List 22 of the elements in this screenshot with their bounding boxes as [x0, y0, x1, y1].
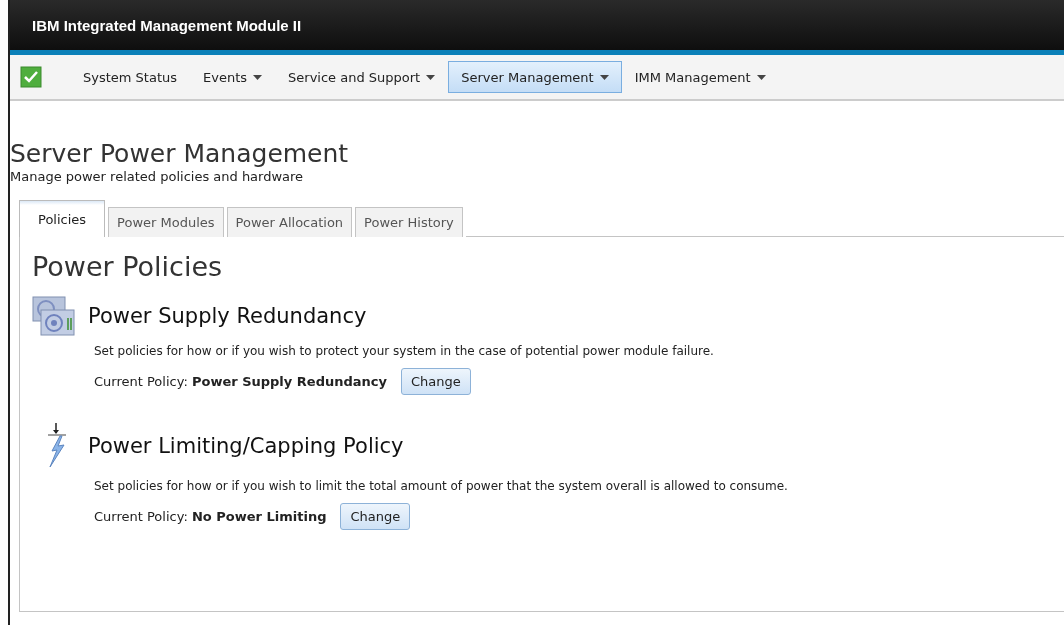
page-title: Server Power Management — [10, 139, 350, 169]
policy-description: Set policies for how or if you wish to limit the total amount of power that the system overall is allowed to consume. — [94, 479, 789, 493]
tab[interactable]: Power Modules — [108, 207, 224, 237]
current-policy: Current Policy: No Power Limiting — [94, 509, 327, 524]
change-button[interactable]: Change — [401, 368, 471, 395]
nav-menu-item[interactable]: System Status — [70, 61, 191, 93]
nav-menu-item[interactable]: Events — [190, 61, 276, 93]
policy-title: Power Limiting/Capping Policy — [88, 434, 404, 458]
tab[interactable]: Power History — [355, 207, 463, 237]
tab[interactable]: Policies — [19, 200, 106, 237]
nav-menu-item[interactable]: Service and Support — [275, 61, 449, 93]
section-title: Power Policies — [32, 251, 224, 282]
page-subtitle: Manage power related policies and hardware — [10, 169, 305, 184]
policy-title: Power Supply Redundancy — [88, 304, 367, 328]
current-policy: Current Policy: Power Supply Redundancy — [94, 374, 387, 389]
tab[interactable]: Power Allocation — [226, 207, 353, 237]
app-title: IBM Integrated Management Module II — [32, 16, 302, 34]
change-button[interactable]: Change — [340, 503, 411, 530]
check-icon[interactable] — [20, 66, 42, 88]
policy-description: Set policies for how or if you wish to protect your system in the case of potential power module failure. — [94, 344, 715, 358]
nav-menu-item[interactable]: IMM Management — [621, 61, 779, 93]
nav-menu-item[interactable]: Server Management — [448, 61, 622, 93]
